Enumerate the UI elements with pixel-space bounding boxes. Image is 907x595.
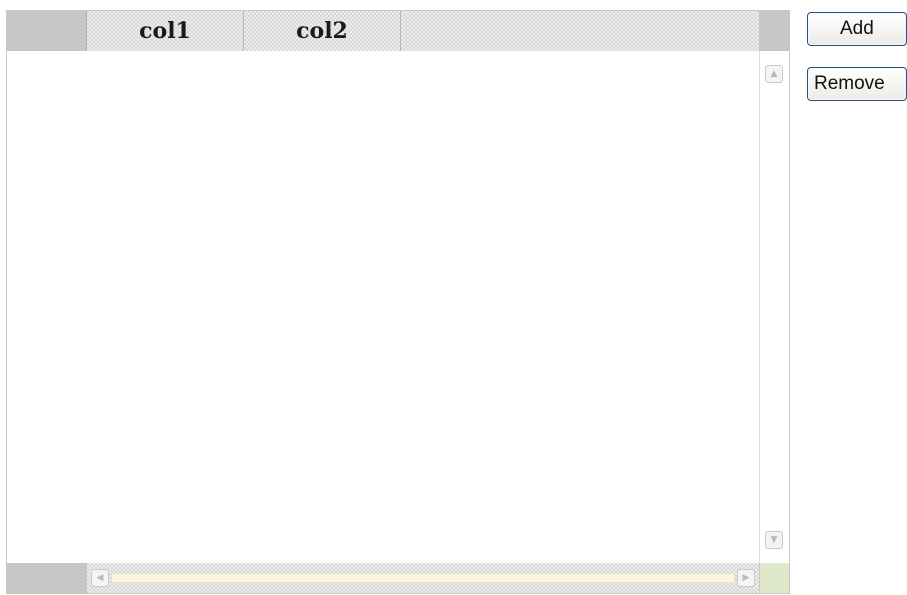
grid-header-row: col1 col2 bbox=[7, 11, 789, 51]
column-header-filler bbox=[401, 11, 759, 51]
remove-button[interactable]: Remove bbox=[807, 67, 907, 101]
grid-bottom-row: ◀ ▶ bbox=[7, 563, 789, 593]
add-button[interactable]: Add bbox=[807, 12, 907, 46]
scroll-up-icon[interactable]: ▲ bbox=[765, 65, 783, 83]
scroll-corner-bottom bbox=[759, 563, 789, 593]
grid-corner-cell bbox=[7, 11, 87, 51]
horizontal-scroll-track[interactable] bbox=[111, 573, 735, 583]
scroll-right-icon[interactable]: ▶ bbox=[737, 569, 755, 587]
data-grid: col1 col2 ▲ ▼ ◀ ▶ bbox=[6, 10, 790, 594]
column-header-col1[interactable]: col1 bbox=[87, 11, 244, 51]
column-header-col2[interactable]: col2 bbox=[244, 11, 401, 51]
scroll-left-icon[interactable]: ◀ bbox=[91, 569, 109, 587]
bottom-row-header-cell bbox=[7, 563, 87, 593]
scroll-corner-top bbox=[759, 11, 789, 51]
grid-body[interactable] bbox=[7, 51, 759, 573]
vertical-scrollbar[interactable]: ▲ ▼ bbox=[759, 51, 789, 573]
horizontal-scrollbar[interactable]: ◀ ▶ bbox=[87, 563, 759, 593]
scroll-down-icon[interactable]: ▼ bbox=[765, 531, 783, 549]
